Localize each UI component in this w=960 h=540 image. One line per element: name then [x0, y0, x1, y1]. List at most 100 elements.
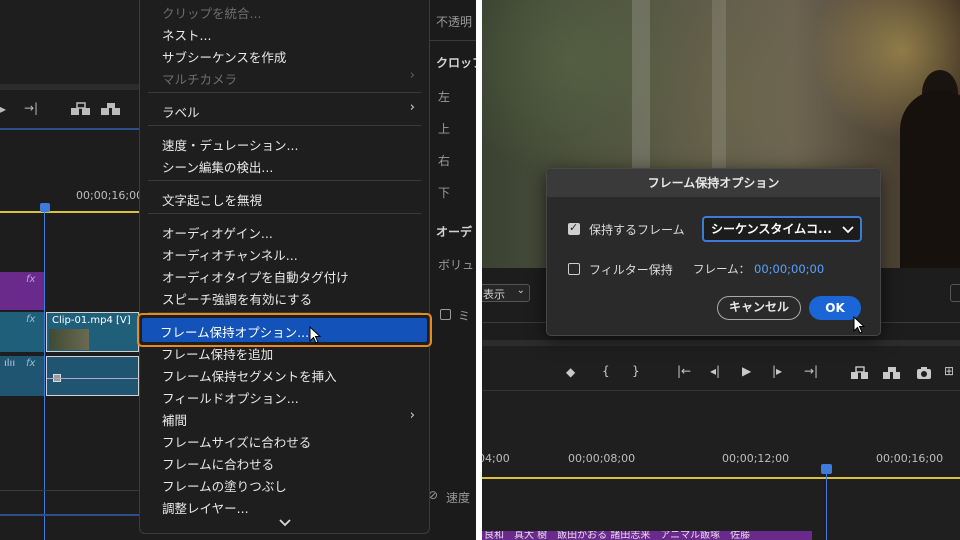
extract-icon[interactable] [100, 102, 122, 116]
volume-line[interactable] [47, 378, 140, 379]
audio-clip-prev[interactable]: ılıı fx [0, 356, 44, 396]
speed-label: 速度 [446, 491, 471, 505]
waveform-icon: ılıı [4, 358, 16, 369]
monitor-scrollbar[interactable] [482, 340, 960, 346]
crop-right-label: 右 [438, 154, 451, 168]
video-clip-prev[interactable]: fx [0, 312, 44, 352]
menu-item-label[interactable]: ラベル [162, 102, 200, 121]
play-icon[interactable]: ▶ [742, 364, 751, 378]
fx-badge: fx [26, 274, 36, 285]
track-divider [0, 490, 139, 491]
more-controls-icon[interactable]: ⊞ [944, 364, 954, 378]
display-select-value: 表示 [483, 288, 505, 301]
ruler-timecode-1: 00;00;08;00 [568, 452, 636, 465]
adjustment-clip[interactable]: fx [0, 272, 44, 310]
menu-item-adjustment-layer[interactable]: 調整レイヤー... [162, 498, 249, 517]
go-to-out-icon[interactable]: →| [24, 101, 38, 115]
lift-icon[interactable] [850, 366, 870, 380]
hold-frame-select-value: シーケンスタイムコ... [711, 222, 832, 236]
menu-separator [148, 180, 421, 181]
menu-item-scale-to-frame[interactable]: フレームサイズに合わせる [162, 432, 311, 451]
video-person [900, 90, 960, 268]
menu-item-scene-detect[interactable]: シーン編集の検出... [162, 157, 273, 176]
highlight-frame: フレーム保持オプション... [137, 313, 432, 347]
dialog-title: フレーム保持オプション [547, 169, 880, 197]
opacity-label: 不透明 [436, 15, 473, 29]
program-area [0, 0, 139, 84]
menu-item-audio-gain[interactable]: オーディオゲイン... [162, 223, 273, 242]
menu-item-enhance-speech[interactable]: スピーチ強調を有効にする [162, 289, 312, 308]
go-to-in-icon[interactable]: |← [677, 364, 691, 378]
frame-hold-options-label: フレーム保持オプション... [160, 325, 310, 340]
ruler-timecode-2: 00;00;12;00 [722, 452, 790, 465]
menu-item-frame-fill[interactable]: フレームの塗りつぶし [162, 476, 287, 495]
hold-frame-label: 保持するフレーム [589, 223, 685, 237]
chevron-down-icon[interactable] [279, 519, 291, 527]
add-marker-icon[interactable]: ◆ [566, 365, 575, 379]
caption-text: 良和 真大 樹 飯田かおる 諸田志来 アニマル飯塚 佐藤 [484, 531, 751, 540]
video-clip[interactable]: Clip-01.mp4 [V] [46, 312, 139, 352]
menu-item-make-subsequence[interactable]: サブシーケンスを作成 [162, 47, 286, 66]
frame-value[interactable]: 00;00;00;00 [754, 262, 824, 276]
crop-top-label: 上 [438, 122, 451, 136]
clip-thumbnail [49, 329, 89, 350]
mute-label: ミ [458, 309, 471, 323]
menu-item-set-to-frame[interactable]: フレームに合わせる [162, 454, 274, 473]
menu-item-audio-channels[interactable]: オーディオチャンネル... [162, 245, 298, 264]
ruler-timecode-3: 00;00;16;00 [876, 452, 944, 465]
mute-checkbox[interactable] [440, 309, 451, 320]
display-select[interactable]: 表示 ⌄ [482, 284, 530, 302]
go-to-out-icon[interactable]: →| [804, 364, 818, 378]
frame-label: フレーム： [693, 262, 751, 276]
menu-item-field-options[interactable]: フィールドオプション... [162, 388, 299, 407]
zoom-select[interactable] [950, 284, 960, 302]
right-panel: 表示 ⌄ フレーム保持オプション 保持するフレーム シーケンスタイムコ... フ… [482, 0, 960, 540]
extract-icon[interactable] [882, 366, 902, 380]
submenu-arrow-icon: › [409, 408, 415, 423]
cancel-button[interactable]: キャンセル [717, 296, 801, 320]
chevron-down-icon: ⌄ [516, 285, 525, 296]
fx-badge-3: fx [26, 358, 36, 369]
camera-icon[interactable] [916, 366, 932, 380]
play-icon[interactable]: ▸ [0, 102, 6, 116]
hold-frame-select[interactable]: シーケンスタイムコ... [702, 216, 862, 242]
panel-divider [482, 390, 960, 391]
menu-separator [148, 92, 421, 93]
mark-out-icon[interactable]: } [632, 364, 640, 378]
frame-hold-options-dialog: フレーム保持オプション 保持するフレーム シーケンスタイムコ... フィルター保… [546, 168, 881, 336]
crop-bottom-label: 下 [438, 186, 451, 200]
scroll-bar[interactable] [0, 84, 139, 90]
playhead-line [826, 466, 827, 540]
menu-item-ignore-transcript[interactable]: 文字起こしを無視 [162, 190, 262, 209]
scroll-divider [0, 514, 139, 516]
chevron-down-icon [842, 226, 854, 234]
menu-item-auto-tag-audio[interactable]: オーディオタイプを自動タグ付け [162, 267, 349, 286]
step-back-icon[interactable]: ◂| [710, 364, 720, 378]
submenu-arrow-icon: › [409, 68, 415, 83]
fx-badge-2: fx [26, 314, 36, 325]
menu-item-insert-frame-hold-segment[interactable]: フレーム保持セグメントを挿入 [162, 366, 337, 385]
caption-clip[interactable]: 良和 真大 樹 飯田かおる 諸田志来 アニマル飯塚 佐藤 [482, 531, 812, 540]
filter-hold-checkbox[interactable] [568, 263, 580, 275]
menu-item-frame-hold-options[interactable]: フレーム保持オプション... [142, 318, 427, 342]
menu-separator [148, 213, 421, 214]
playhead-handle[interactable] [40, 203, 50, 212]
menu-item-interpolation[interactable]: 補間 [162, 410, 187, 429]
menu-separator [148, 125, 421, 126]
lift-icon[interactable] [70, 102, 92, 116]
crop-left-label: 左 [438, 90, 451, 104]
panel-divider [0, 128, 139, 130]
audio-clip[interactable] [46, 356, 140, 396]
menu-item-speed-duration[interactable]: 速度・デュレーション... [162, 135, 298, 154]
step-forward-icon[interactable]: |▸ [772, 364, 782, 378]
menu-item-nest[interactable]: ネスト... [162, 25, 211, 44]
mark-in-icon[interactable]: { [602, 364, 610, 378]
menu-item-consolidate: クリップを統合... [162, 6, 262, 21]
hold-frame-checkbox[interactable] [568, 221, 580, 235]
crop-label: クロッフ [436, 56, 476, 70]
work-area-bar [0, 211, 139, 213]
clip-name: Clip-01.mp4 [V] [52, 315, 131, 326]
submenu-arrow-icon: › [409, 100, 415, 115]
work-area-bar [482, 477, 960, 479]
ruler-timecode: 00;00;16;00 [76, 189, 144, 202]
